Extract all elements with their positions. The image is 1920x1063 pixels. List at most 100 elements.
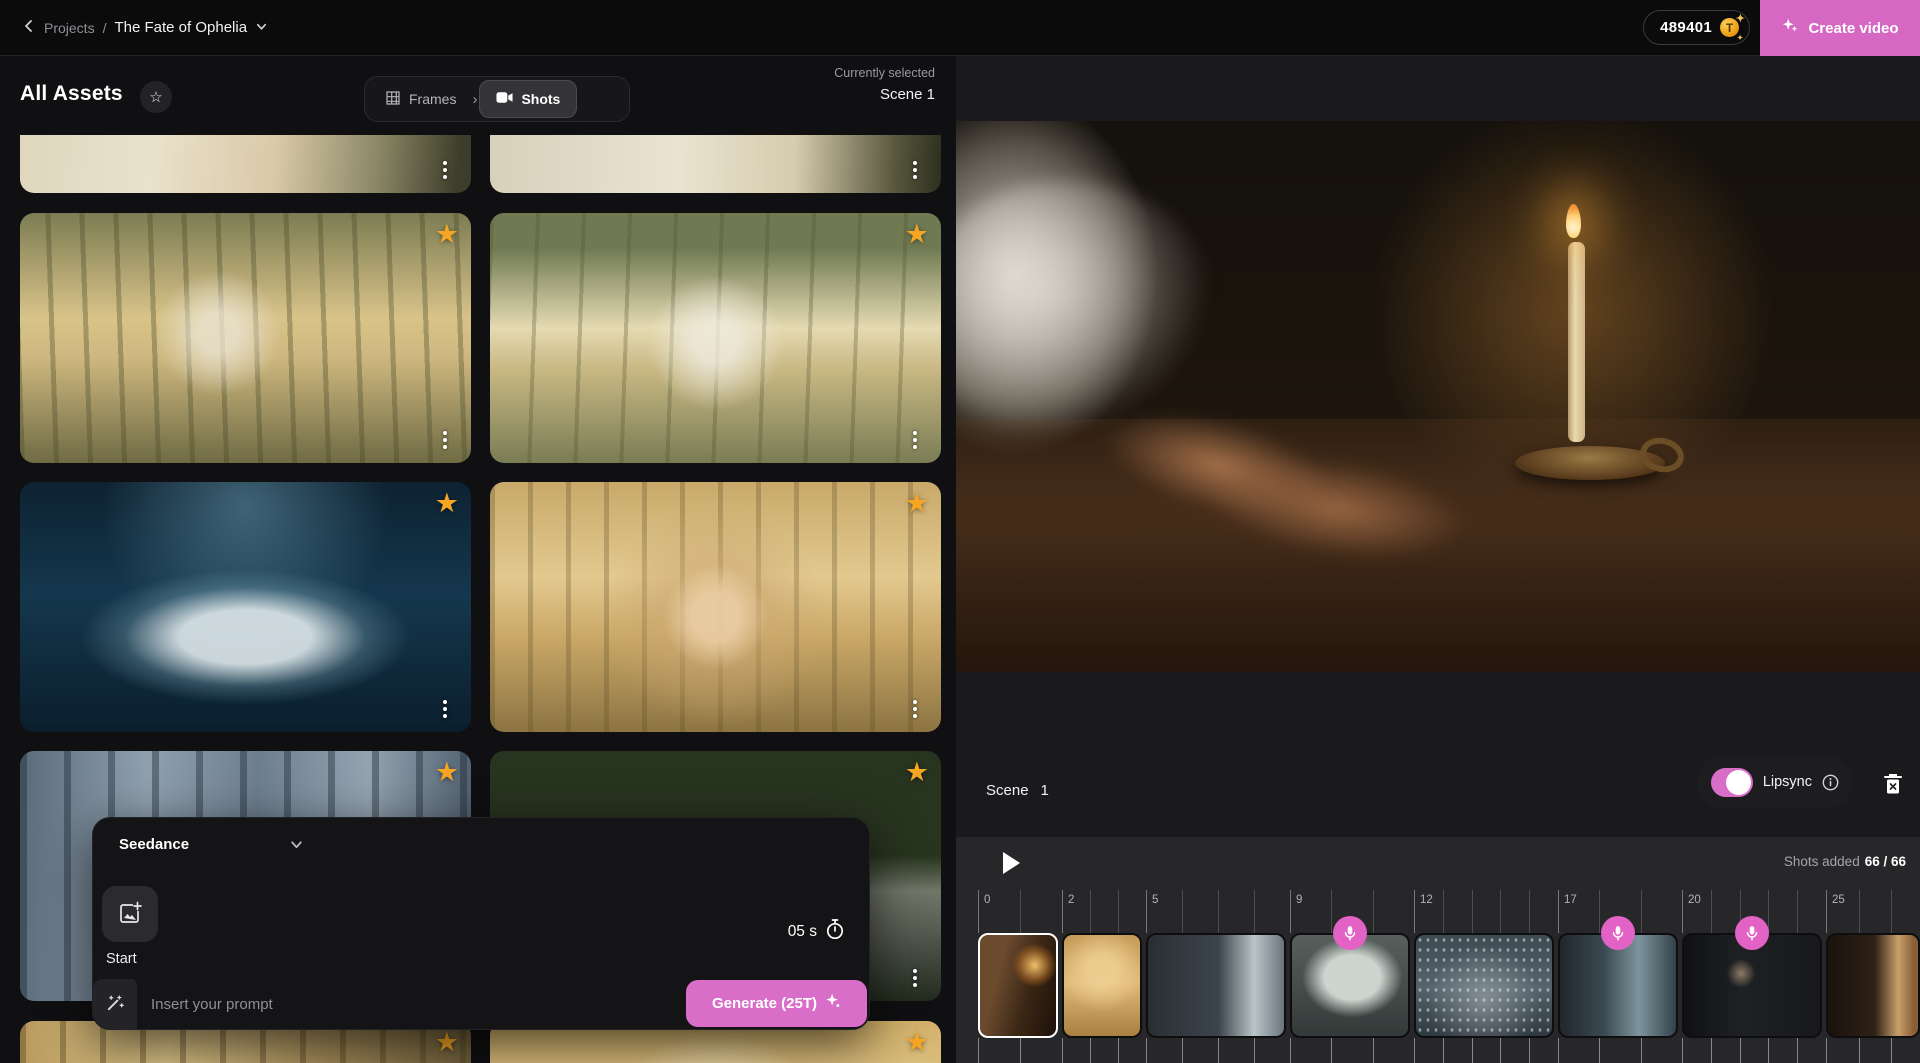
timeline-ruler: 025912172025 bbox=[956, 890, 1920, 933]
current-selection-info: Currently selected Scene 1 bbox=[834, 64, 935, 107]
timeline-bottom-ticks bbox=[956, 1038, 1920, 1063]
star-badge-icon: ★ bbox=[905, 488, 929, 519]
transport-bar: Shots added66 / 66 bbox=[956, 837, 1920, 890]
chevron-left-icon bbox=[22, 19, 36, 36]
duration-control[interactable]: 05 s bbox=[788, 918, 845, 945]
prompt-input[interactable] bbox=[151, 996, 686, 1013]
breadcrumb-project-title[interactable]: The Fate of Ophelia bbox=[114, 19, 247, 36]
start-frame-button[interactable] bbox=[102, 886, 158, 942]
token-balance[interactable]: 489401 T ✦ ✦ bbox=[1643, 10, 1750, 45]
asset-library-panel: ★ ★ ★ ★ ★ ★ ★ ★ ★ ★ All Assets ☆ bbox=[0, 56, 956, 1063]
delete-scene-button[interactable] bbox=[1878, 769, 1908, 801]
grid-icon bbox=[385, 90, 401, 109]
microphone-badge-icon[interactable] bbox=[1333, 916, 1367, 950]
prompt-row: Generate (25T) bbox=[93, 979, 869, 1029]
back-button[interactable] bbox=[22, 19, 36, 36]
add-image-icon bbox=[117, 900, 143, 929]
timeline-clip[interactable] bbox=[1682, 933, 1822, 1038]
microphone-badge-icon[interactable] bbox=[1735, 916, 1769, 950]
asset-card[interactable]: ★ bbox=[20, 482, 471, 732]
magic-wand-icon bbox=[106, 993, 125, 1015]
scene-row: Scene1 Lipsync bbox=[956, 755, 1920, 825]
star-badge-icon: ★ bbox=[905, 1027, 929, 1058]
model-selector[interactable]: Seedance bbox=[119, 836, 304, 853]
card-menu-button[interactable] bbox=[903, 696, 927, 722]
asset-card[interactable]: ★ bbox=[490, 213, 941, 463]
star-badge-icon: ★ bbox=[435, 488, 459, 519]
timeline-clip[interactable] bbox=[978, 933, 1058, 1038]
view-switch: Frames › Shots bbox=[364, 76, 630, 122]
star-badge-icon: ★ bbox=[905, 757, 929, 788]
star-badge-icon: ★ bbox=[905, 219, 929, 250]
star-badge-icon: ★ bbox=[435, 757, 459, 788]
ruler-time-label: 25 bbox=[1832, 894, 1845, 906]
scene-viewer-panel: Scene1 Lipsync Shots added66 / 66 bbox=[956, 56, 1920, 1063]
timeline-clips bbox=[956, 933, 1920, 1038]
breadcrumb-projects[interactable]: Projects bbox=[44, 20, 95, 36]
currently-selected-value: Scene 1 bbox=[834, 83, 935, 106]
chevron-right-icon: › bbox=[472, 91, 477, 108]
card-menu-button[interactable] bbox=[903, 157, 927, 183]
library-title: All Assets bbox=[20, 82, 123, 106]
play-button[interactable] bbox=[998, 851, 1024, 877]
stopwatch-icon bbox=[825, 918, 845, 945]
favorites-filter-button[interactable]: ☆ bbox=[140, 81, 172, 113]
shots-added-status: Shots added66 / 66 bbox=[1784, 854, 1906, 869]
ruler-time-label: 9 bbox=[1296, 894, 1302, 906]
timeline-panel: Shots added66 / 66 025912172025 bbox=[956, 837, 1920, 1063]
token-count: 489401 bbox=[1660, 19, 1712, 36]
card-menu-button[interactable] bbox=[903, 427, 927, 453]
microphone-badge-icon[interactable] bbox=[1601, 916, 1635, 950]
generate-label: Generate (25T) bbox=[712, 995, 817, 1012]
ruler-time-label: 5 bbox=[1152, 894, 1158, 906]
card-menu-button[interactable] bbox=[903, 965, 927, 991]
info-icon[interactable] bbox=[1822, 774, 1839, 791]
currently-selected-label: Currently selected bbox=[834, 64, 935, 83]
lipsync-toggle[interactable] bbox=[1711, 768, 1753, 797]
start-label: Start bbox=[106, 951, 137, 967]
top-bar: Projects / The Fate of Ophelia 489401 T … bbox=[0, 0, 1920, 56]
tab-frames[interactable]: Frames bbox=[371, 90, 470, 109]
card-menu-button[interactable] bbox=[433, 696, 457, 722]
create-video-button[interactable]: Create video bbox=[1760, 0, 1920, 56]
toggle-knob bbox=[1726, 770, 1751, 795]
sparkle-icon bbox=[825, 993, 841, 1013]
card-menu-button[interactable] bbox=[433, 157, 457, 183]
sparkles-icon bbox=[1781, 17, 1799, 39]
ruler-time-label: 2 bbox=[1068, 894, 1074, 906]
ruler-time-label: 17 bbox=[1564, 894, 1577, 906]
video-camera-icon bbox=[496, 91, 513, 107]
enhance-prompt-button[interactable] bbox=[93, 979, 137, 1029]
scene-name: Scene1 bbox=[986, 782, 1049, 799]
breadcrumb-separator: / bbox=[103, 20, 107, 36]
ruler-time-label: 20 bbox=[1688, 894, 1701, 906]
model-name: Seedance bbox=[119, 836, 189, 853]
star-outline-icon: ☆ bbox=[149, 88, 162, 106]
timeline-clip[interactable] bbox=[1146, 933, 1286, 1038]
shots-added-count: 66 / 66 bbox=[1865, 854, 1906, 869]
timeline-clip[interactable] bbox=[1290, 933, 1410, 1038]
timeline-clip[interactable] bbox=[1062, 933, 1142, 1038]
sparkle-icon: ✦ bbox=[1736, 12, 1745, 25]
duration-value: 05 s bbox=[788, 923, 817, 941]
asset-card[interactable]: ★ bbox=[20, 213, 471, 463]
library-header: All Assets ☆ Frames › Shots Currently se… bbox=[0, 56, 956, 135]
timeline-clip[interactable] bbox=[1414, 933, 1554, 1038]
chevron-down-icon[interactable] bbox=[255, 20, 268, 36]
ruler-time-label: 12 bbox=[1420, 894, 1433, 906]
timeline-clip[interactable] bbox=[1558, 933, 1678, 1038]
star-badge-icon: ★ bbox=[435, 1027, 459, 1058]
chevron-down-icon bbox=[289, 837, 304, 852]
generation-panel: Seedance Start 05 s Genera bbox=[92, 817, 870, 1030]
card-menu-button[interactable] bbox=[433, 427, 457, 453]
trash-x-icon bbox=[1882, 772, 1904, 799]
sparkle-small-icon: ✦ bbox=[1737, 34, 1743, 42]
create-video-label: Create video bbox=[1808, 20, 1898, 37]
generate-button[interactable]: Generate (25T) bbox=[686, 980, 867, 1027]
asset-card[interactable]: ★ bbox=[490, 482, 941, 732]
star-badge-icon: ★ bbox=[435, 219, 459, 250]
timeline-clip[interactable] bbox=[1826, 933, 1920, 1038]
lipsync-control: Lipsync bbox=[1697, 756, 1853, 808]
tab-shots[interactable]: Shots bbox=[479, 80, 577, 118]
ruler-time-label: 0 bbox=[984, 894, 990, 906]
